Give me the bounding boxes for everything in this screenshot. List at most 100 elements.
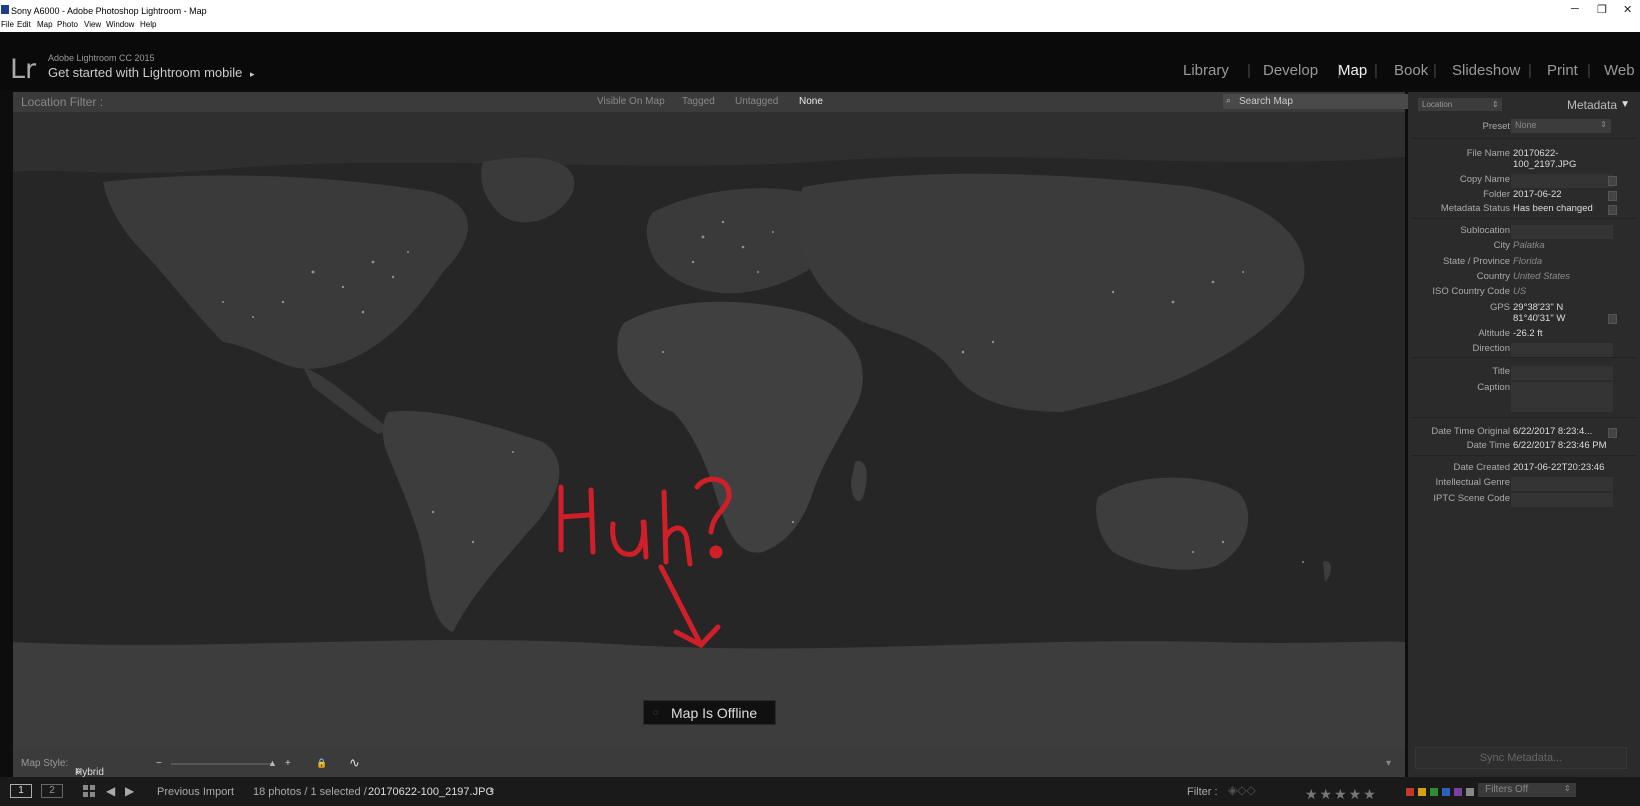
mobile-prompt-link[interactable]: Get started with Lightroom mobile ▸ [48,65,255,80]
filmstrip-bar: 1 2 ◀ ▶ Previous Import 18 photos / 1 se… [0,777,1640,806]
menu-view[interactable]: View [84,20,101,29]
color-label-green[interactable] [1430,788,1438,796]
module-print[interactable]: Print [1547,62,1578,79]
toolbar-collapse-icon[interactable]: ▾ [1386,758,1391,769]
map-style-label: Map Style: [21,758,69,769]
module-map-active[interactable]: Map [1338,62,1367,79]
country-label: Country [1476,271,1510,282]
view-1-button[interactable]: 1 [10,784,32,798]
menu-photo[interactable]: Photo [57,20,78,29]
date-created-value[interactable]: 2017-06-22T20:23:46 [1513,462,1613,473]
city-label: City [1493,240,1510,251]
menu-file[interactable]: File [1,20,14,29]
selected-filename[interactable]: 20170622-100_2197.JPG [368,786,494,798]
color-label-yellow[interactable] [1418,788,1426,796]
color-label-custom[interactable] [1466,788,1474,796]
filter-visible-on-map[interactable]: Visible On Map [597,96,665,107]
color-label-blue[interactable] [1442,788,1450,796]
view-2-button[interactable]: 2 [41,784,63,798]
loading-spinner-icon: ◌ [653,707,659,717]
zoom-slider-track[interactable] [171,763,271,765]
color-label-red[interactable] [1406,788,1414,796]
field-action-icon[interactable] [1608,176,1617,186]
color-label-purple[interactable] [1454,788,1462,796]
dropdown-icon: ⇕ [1492,100,1499,109]
search-icon: ⌕ [1226,95,1232,105]
filmstrip-source[interactable]: Previous Import [157,786,234,798]
map-view[interactable] [13,112,1405,749]
divider [1411,138,1637,139]
menu-bar: File Edit Map Photo View Window Help [0,20,1640,32]
metadata-panel: Location ⇕ Metadata ▼ Preset None ⇕ File… [1408,92,1640,806]
window-title: Sony A6000 - Adobe Photoshop Lightroom -… [11,6,207,16]
zoom-slider-thumb[interactable]: ▲ [268,758,277,768]
lock-icon[interactable]: 🔒 [316,758,327,769]
previous-arrow-icon[interactable]: ◀ [106,784,115,798]
iptc-scene-code-field[interactable] [1511,493,1613,507]
iso-country-code-value[interactable]: US [1513,286,1613,297]
menu-edit[interactable]: Edit [17,20,31,29]
intellectual-genre-field[interactable] [1511,477,1613,491]
filter-untagged[interactable]: Untagged [735,96,778,107]
search-map-input[interactable]: ⌕ Search Map [1223,94,1411,109]
gps-longitude-value[interactable]: 81°40'31" W [1513,313,1613,324]
location-preset-select[interactable]: Location ⇕ [1418,98,1502,111]
world-map-graphic [13,112,1405,749]
identity-header: Lr Adobe Lightroom CC 2015 Get started w… [0,32,1640,90]
filename-dropdown-icon[interactable]: ▾ [490,786,494,795]
menu-map[interactable]: Map [37,20,53,29]
go-to-folder-icon[interactable] [1608,191,1617,201]
sync-metadata-button[interactable]: Sync Metadata... [1415,747,1627,769]
sublocation-field[interactable] [1511,225,1613,239]
menu-help[interactable]: Help [140,20,156,29]
filters-off-select[interactable]: Filters Off ⇕ [1478,783,1576,797]
file-name-value-2[interactable]: 100_2197.JPG [1513,159,1613,170]
search-placeholder: Search Map [1239,96,1293,107]
state-value[interactable]: Florida [1513,256,1613,267]
caption-field[interactable] [1511,382,1613,412]
module-book[interactable]: Book [1394,62,1428,79]
file-name-value-1[interactable]: 20170622- [1513,148,1613,159]
country-value[interactable]: United States [1513,271,1613,282]
caption-label: Caption [1477,382,1510,393]
grid-view-icon[interactable] [83,785,95,797]
restore-icon[interactable]: ❐ [1597,3,1607,16]
gps-latitude-value[interactable]: 29°38'23" N [1513,302,1613,313]
lightroom-app-icon [1,5,9,14]
title-field[interactable] [1511,366,1613,380]
divider [1411,417,1637,418]
menu-window[interactable]: Window [106,20,134,29]
minimize-icon[interactable]: ─ [1571,3,1579,15]
edit-capture-time-icon[interactable] [1608,428,1617,438]
show-on-map-icon[interactable] [1608,314,1617,324]
star-rating-filter[interactable]: ★★★★★ [1305,786,1378,803]
zoom-out-button[interactable]: − [156,758,162,769]
zoom-in-button[interactable]: + [285,758,291,769]
module-slideshow[interactable]: Slideshow [1452,62,1520,79]
altitude-value: -26.2 ft [1513,328,1543,339]
divider [1411,218,1637,219]
tracklog-icon[interactable]: ∿ [349,755,360,771]
metadata-status-icon[interactable] [1608,205,1617,215]
city-value[interactable]: Palatka [1513,240,1613,251]
location-select-value: Location [1422,100,1453,109]
filters-off-value: Filters Off [1485,784,1529,795]
filter-none-selected[interactable]: None [799,96,823,107]
close-icon[interactable]: ✕ [1623,3,1632,16]
flag-filter-icons[interactable]: ◈◇◇ [1228,783,1256,797]
play-arrow-icon: ▸ [250,69,255,79]
next-arrow-icon[interactable]: ▶ [125,784,134,798]
copy-name-field[interactable] [1511,174,1613,188]
filter-tagged[interactable]: Tagged [682,96,715,107]
direction-field[interactable] [1511,343,1613,357]
location-filter-bar: Location Filter : Visible On Map Tagged … [13,92,1411,112]
module-library[interactable]: Library [1183,62,1229,79]
collapse-triangle-icon[interactable]: ▼ [1620,99,1630,110]
divider [1411,455,1637,456]
intellectual-genre-label: Intellectual Genre [1435,477,1510,488]
metadata-status-value: Has been changed [1513,203,1593,214]
module-web[interactable]: Web [1604,62,1635,79]
mobile-prompt-text: Get started with Lightroom mobile [48,65,243,80]
module-develop[interactable]: Develop [1263,62,1318,79]
preset-select[interactable]: None ⇕ [1511,119,1611,133]
